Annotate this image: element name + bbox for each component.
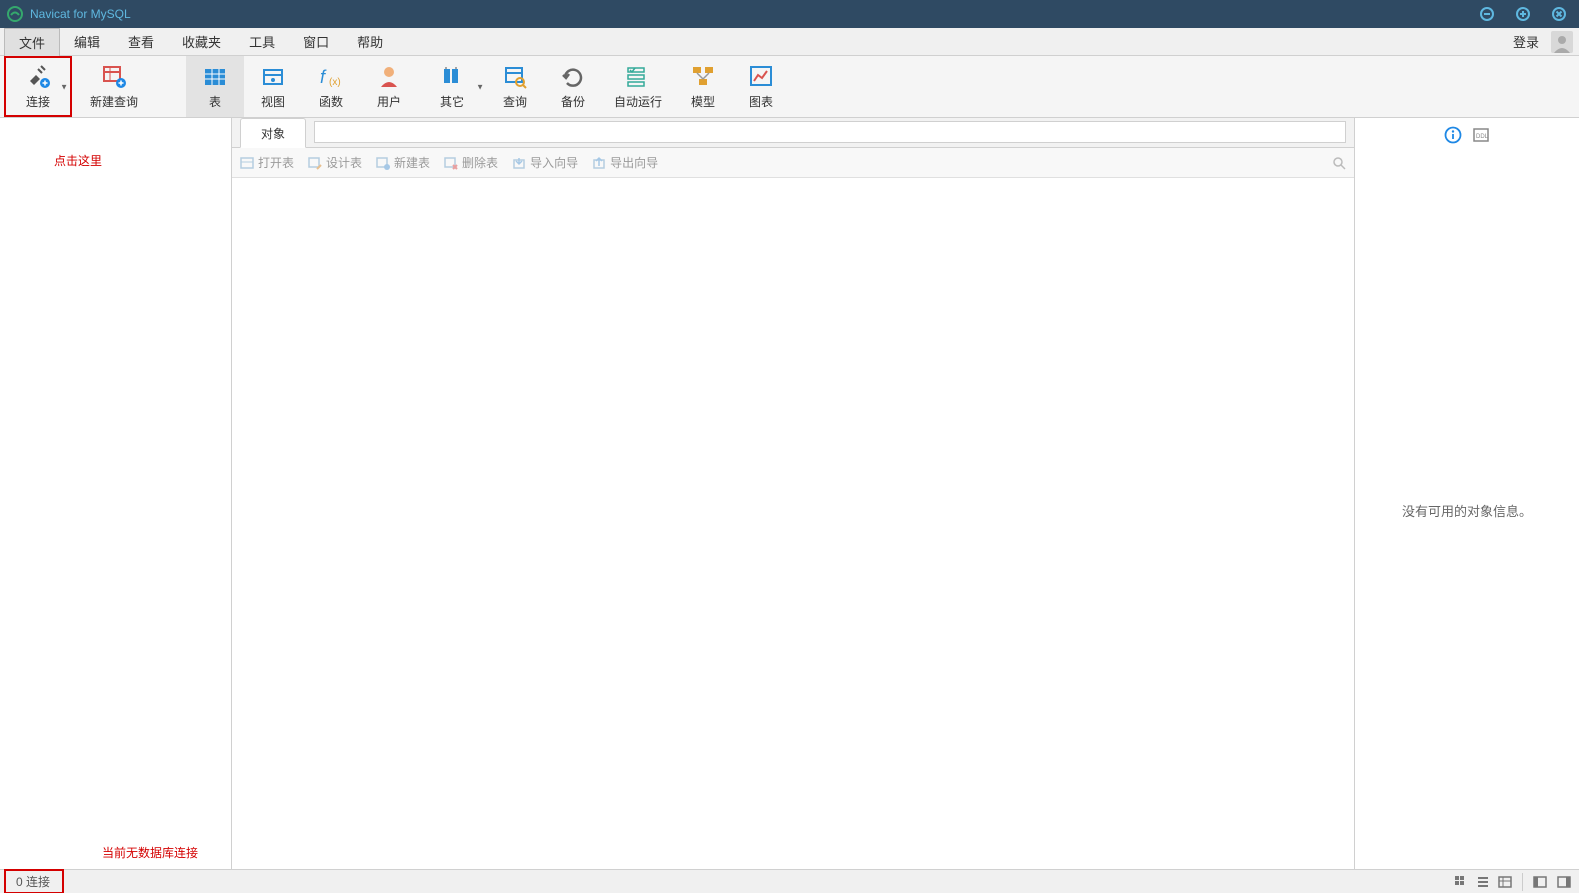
delete-table-icon (444, 156, 458, 170)
menu-favorites[interactable]: 收藏夹 (168, 28, 235, 55)
toolbar-new-query[interactable]: 新建查询 (72, 56, 156, 117)
info-message: 没有可用的对象信息。 (1402, 152, 1532, 869)
import-icon (512, 156, 526, 170)
toolbar-label: 查询 (503, 93, 527, 110)
title-bar: Navicat for MySQL (0, 0, 1579, 28)
design-table-icon (308, 156, 322, 170)
toolbar-user[interactable]: 用户 (360, 56, 418, 117)
toolbar-label: 连接 (26, 93, 50, 110)
tab-objects[interactable]: 对象 (240, 118, 306, 148)
menu-view[interactable]: 查看 (114, 28, 168, 55)
view-icon (259, 63, 287, 91)
new-query-icon (100, 63, 128, 91)
table-icon (201, 63, 229, 91)
toolbar-view[interactable]: 视图 (244, 56, 302, 117)
maximize-button[interactable] (1509, 4, 1537, 24)
toolbar-label: 表 (209, 93, 221, 110)
menu-edit[interactable]: 编辑 (60, 28, 114, 55)
toolbar-chart[interactable]: 图表 (732, 56, 790, 117)
info-panel: DDL 没有可用的对象信息。 (1355, 118, 1579, 869)
status-connection-count: 0 连接 (4, 869, 64, 893)
menu-file[interactable]: 文件 (4, 28, 60, 56)
toolbar-other[interactable]: 其它 ▼ (418, 56, 486, 117)
autorun-icon (624, 63, 652, 91)
function-icon: f(x) (317, 63, 345, 91)
path-breadcrumb-input[interactable] (314, 121, 1346, 143)
obj-design-table[interactable]: 设计表 (308, 154, 362, 171)
chevron-down-icon: ▼ (476, 82, 484, 91)
toolbar-label: 自动运行 (614, 93, 662, 110)
query-icon (501, 63, 529, 91)
app-icon (6, 5, 24, 23)
panel-right-icon[interactable] (1553, 873, 1575, 891)
menu-tools[interactable]: 工具 (235, 28, 289, 55)
toolbar-label: 图表 (749, 93, 773, 110)
obj-new-table[interactable]: 新建表 (376, 154, 430, 171)
toolbar-function[interactable]: f(x) 函数 (302, 56, 360, 117)
panel-left-icon[interactable] (1529, 873, 1551, 891)
obj-delete-table[interactable]: 删除表 (444, 154, 498, 171)
view-grid-icon[interactable] (1450, 873, 1472, 891)
export-icon (592, 156, 606, 170)
model-icon (689, 63, 717, 91)
toolbar-label: 视图 (261, 93, 285, 110)
toolbar-query[interactable]: 查询 (486, 56, 544, 117)
obj-import-wizard[interactable]: 导入向导 (512, 154, 578, 171)
toolbar-model[interactable]: 模型 (674, 56, 732, 117)
toolbar-autorun[interactable]: 自动运行 (602, 56, 674, 117)
toolbar-label: 备份 (561, 93, 585, 110)
obj-export-wizard[interactable]: 导出向导 (592, 154, 658, 171)
center-panel: 对象 打开表 设计表 新建表 删除表 导入向导 (232, 118, 1355, 869)
toolbar-table[interactable]: 表 (186, 56, 244, 117)
other-icon (438, 63, 466, 91)
center-tab-strip: 对象 (232, 118, 1354, 148)
menu-help[interactable]: 帮助 (343, 28, 397, 55)
ddl-icon[interactable]: DDL (1472, 126, 1490, 144)
chart-icon (747, 63, 775, 91)
svg-text:(x): (x) (329, 77, 341, 88)
toolbar-label: 其它 (440, 93, 464, 110)
chevron-down-icon: ▼ (60, 82, 68, 91)
view-detail-icon[interactable] (1494, 873, 1516, 891)
view-list-icon[interactable] (1472, 873, 1494, 891)
toolbar-label: 模型 (691, 93, 715, 110)
search-icon[interactable] (1332, 156, 1346, 170)
minimize-button[interactable] (1473, 4, 1501, 24)
toolbar-label: 新建查询 (90, 93, 138, 110)
status-bar: 0 连接 (0, 869, 1579, 893)
window-title: Navicat for MySQL (30, 7, 131, 21)
user-icon (375, 63, 403, 91)
backup-icon (559, 63, 587, 91)
svg-text:DDL: DDL (1476, 134, 1489, 140)
new-table-icon (376, 156, 390, 170)
svg-text:f: f (320, 67, 327, 87)
annotation-click-here: 点击这里 (54, 152, 102, 169)
login-button[interactable]: 登录 (1505, 28, 1547, 55)
object-toolbar: 打开表 设计表 新建表 删除表 导入向导 导出向导 (232, 148, 1354, 178)
close-button[interactable] (1545, 4, 1573, 24)
info-icon[interactable] (1444, 126, 1462, 144)
annotation-no-connection: 当前无数据库连接 (102, 844, 198, 861)
toolbar-backup[interactable]: 备份 (544, 56, 602, 117)
menu-bar: 文件 编辑 查看 收藏夹 工具 窗口 帮助 登录 (0, 28, 1579, 56)
connection-tree-panel: 点击这里 当前无数据库连接 (0, 118, 232, 869)
avatar-icon[interactable] (1551, 31, 1573, 53)
open-table-icon (240, 156, 254, 170)
obj-open-table[interactable]: 打开表 (240, 154, 294, 171)
toolbar-label: 函数 (319, 93, 343, 110)
main-toolbar: 连接 ▼ 新建查询 表 视图 f(x) 函数 用户 其它 (0, 56, 1579, 118)
object-list-area (232, 178, 1354, 869)
toolbar-label: 用户 (377, 93, 401, 110)
plug-icon (24, 63, 52, 91)
toolbar-connect[interactable]: 连接 ▼ (4, 56, 72, 117)
menu-window[interactable]: 窗口 (289, 28, 343, 55)
